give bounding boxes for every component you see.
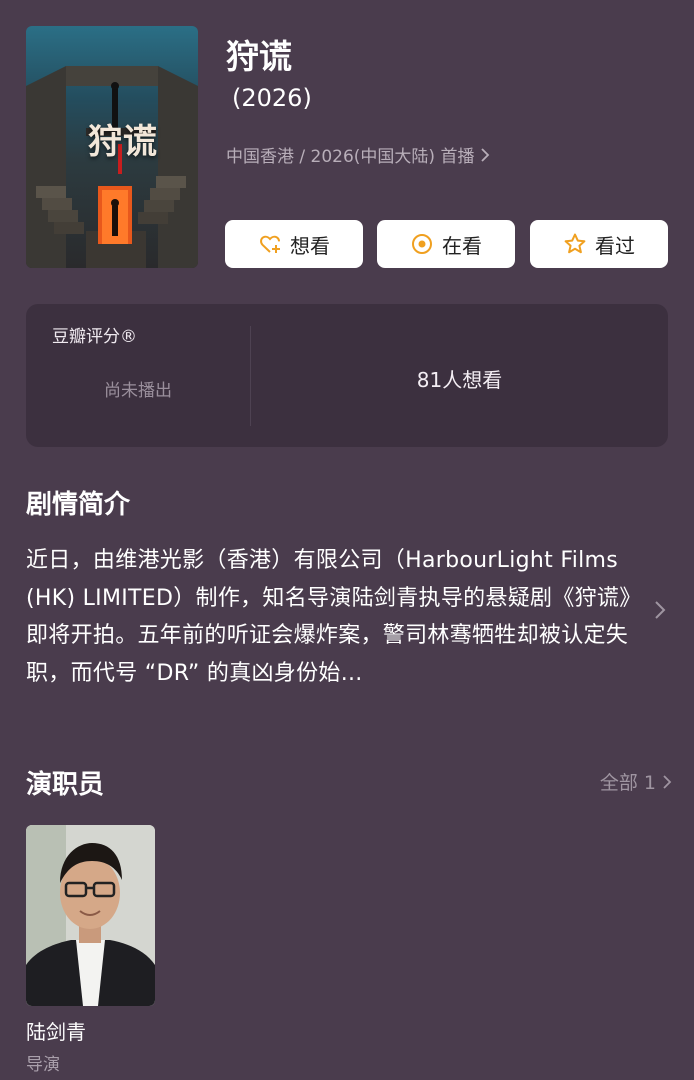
cast-all-link[interactable]: 全部 1 (600, 768, 672, 795)
heart-plus-icon (260, 235, 280, 253)
avatar (26, 825, 155, 1006)
release-year: (2026) (232, 84, 312, 112)
want-count: 81人想看 (416, 368, 503, 392)
region-release-info[interactable]: 中国香港 / 2026(中国大陆) 首播 (226, 142, 490, 167)
poster-title: 狩谎 (88, 122, 158, 162)
page-title: 狩谎 (226, 37, 292, 76)
rating-status: 尚未播出 (104, 381, 172, 401)
watched-button[interactable]: 看过 (530, 220, 668, 268)
movie-detail-page: 狩谎 狩谎 (2026) 中国香港 / 2026(中国大陆) 首播 想看 在看 … (0, 0, 694, 1080)
rating-label: 豆瓣评分® (52, 327, 137, 347)
want-to-watch-label: 想看 (290, 233, 330, 258)
region-release-text: 中国香港 / 2026(中国大陆) 首播 (226, 147, 475, 167)
cast-member-role: 导演 (26, 1055, 60, 1075)
cast-heading: 演职员 (26, 770, 105, 800)
watching-label: 在看 (442, 233, 482, 258)
cast-all-label: 全部 1 (599, 772, 656, 794)
watching-button[interactable]: 在看 (377, 220, 515, 268)
want-to-watch-button[interactable]: 想看 (225, 220, 363, 268)
watched-label: 看过 (595, 233, 635, 258)
poster-image[interactable]: 狩谎 (26, 26, 198, 268)
target-circle-icon (412, 234, 432, 254)
synopsis-heading: 剧情简介 (26, 490, 131, 520)
chevron-right-icon (663, 774, 672, 789)
cast-member-photo[interactable] (26, 825, 155, 1006)
chevron-right-icon (481, 147, 490, 162)
cast-member-name[interactable]: 陆剑青 (26, 1016, 86, 1045)
synopsis-text[interactable]: 近日，由维港光影（香港）有限公司（HarbourLight Films (HK)… (26, 542, 638, 692)
rating-card[interactable]: 豆瓣评分® 尚未播出 81人想看 (26, 304, 668, 447)
star-icon (564, 233, 586, 254)
chevron-right-icon[interactable] (652, 598, 668, 622)
